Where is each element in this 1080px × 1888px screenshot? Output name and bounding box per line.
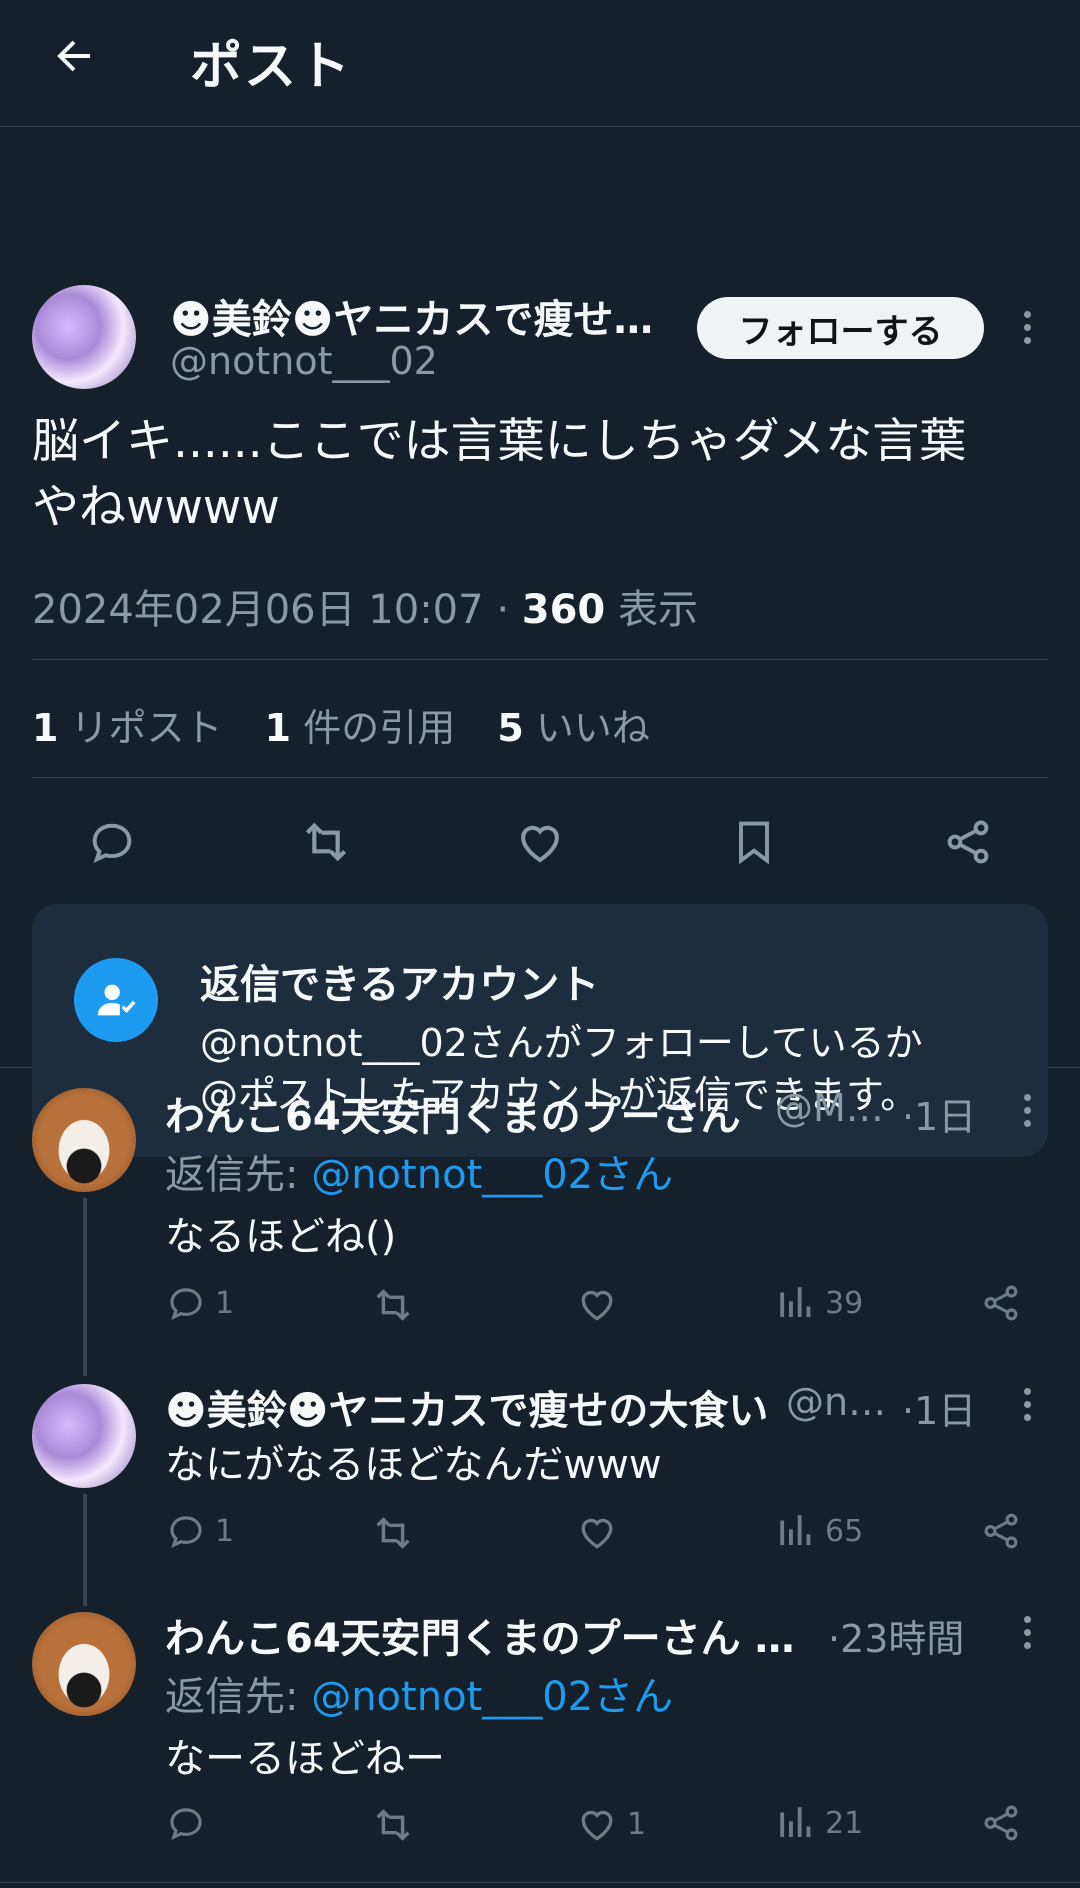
reply-avatar[interactable] [32,1088,136,1192]
more-options-icon[interactable] [1012,1094,1042,1127]
post-text-line: 脳イキ......ここでは言葉にしちゃダメな言葉 [32,414,967,469]
repost-icon[interactable] [370,1802,416,1848]
reply-author-handle[interactable]: @M… [775,1086,884,1130]
like-button[interactable]: 1 [575,1802,646,1846]
reply-action-bar: 1 65 [165,1506,1025,1560]
reply-button[interactable]: 1 [165,1510,234,1552]
post-text: 脳イキ......ここでは言葉にしちゃダメな言葉 やねwwww [32,409,1042,541]
author-name[interactable]: ☻美鈴☻ヤニカスで痩せ… [170,287,650,345]
views-button[interactable]: 21 [775,1802,863,1844]
reply-time[interactable]: ·1日 [902,1086,976,1141]
reply-avatar[interactable] [32,1384,136,1488]
more-options-icon[interactable] [1012,311,1042,344]
view-count: 39 [825,1285,864,1321]
more-options-icon[interactable] [1012,1388,1042,1421]
follow-button[interactable]: フォローする [697,297,984,359]
post-action-bar [32,812,1048,872]
repost-icon[interactable] [370,1282,416,1328]
back-arrow-icon[interactable] [46,28,102,84]
share-icon[interactable] [980,1282,1022,1324]
views-count: 360 [521,587,606,633]
notice-title: 返信できるアカウント [200,962,600,1008]
author-handle[interactable]: @notnot___02 [170,339,438,383]
reply-avatar[interactable] [32,1612,136,1716]
reply-author-handle[interactable]: @n… [786,1380,886,1424]
author-avatar[interactable] [32,285,136,389]
divider [32,659,1048,660]
likes-count[interactable]: 5 [497,706,523,750]
like-count: 1 [627,1806,647,1842]
top-bar: ポスト [0,0,1080,127]
post-timestamp[interactable]: 2024年02月06日 10:07 [32,587,484,633]
quotes-count[interactable]: 1 [265,706,291,750]
likes-label[interactable]: いいね [536,706,650,750]
thread-connector [83,1198,87,1376]
reply-action-bar: 1 21 [165,1798,1025,1852]
reply-count: 1 [215,1513,235,1549]
view-count: 21 [825,1805,864,1841]
views-button[interactable]: 39 [775,1282,863,1324]
like-button[interactable] [575,1282,627,1326]
thread-connector [83,1494,87,1606]
reply-button[interactable]: 1 [165,1282,234,1324]
share-icon[interactable] [980,1510,1022,1552]
post-text-line: やねwwww [32,480,280,535]
main-post: ☻美鈴☻ヤニカスで痩せ… @notnot___02 フォローする 脳イキ....… [0,127,1080,1157]
reply-icon[interactable] [82,812,142,872]
reply-text: なにがなるほどなんだwww [165,1442,662,1488]
reply-author-name[interactable]: わんこ64天安門くまのプーさん … [165,1606,795,1664]
reply-to-label: 返信先: [165,1674,299,1720]
views-button[interactable]: 65 [775,1510,863,1552]
meta-separator: · [496,587,510,633]
user-check-icon [74,958,158,1042]
reply-button[interactable] [165,1802,215,1844]
reply-to-link[interactable]: @notnot___02さん [311,1152,673,1198]
reply-to-link[interactable]: @notnot___02さん [311,1674,673,1720]
reply-count: 1 [215,1285,235,1321]
views-label: 表示 [617,587,698,633]
quotes-label[interactable]: 件の引用 [303,706,455,750]
notice-text: @notnot___02さんがフォローしているか [200,1021,923,1065]
engagement-stats: 1 リポスト 1 件の引用 5 いいね [32,697,680,752]
reply-to-label: 返信先: [165,1152,299,1198]
share-icon[interactable] [938,812,998,872]
reply-text: なーるほどねー [165,1736,445,1782]
page-title: ポスト [190,37,353,97]
divider [32,777,1048,778]
share-icon[interactable] [980,1802,1022,1844]
reply-author-name[interactable]: わんこ64天安門くまのプーさん [165,1084,741,1142]
reply-time[interactable]: ·1日 [902,1380,976,1435]
divider [0,1882,1080,1883]
post-meta: 2024年02月06日 10:07 · 360 表示 [32,577,698,635]
reply-text: なるほどね() [165,1214,397,1260]
like-button[interactable] [575,1510,627,1554]
reply-author-name[interactable]: ☻美鈴☻ヤニカスで痩せの大食い [165,1378,768,1436]
like-icon[interactable] [510,812,570,872]
bookmark-icon[interactable] [724,812,784,872]
reposts-label[interactable]: リポスト [71,706,223,750]
view-count: 65 [825,1513,864,1549]
repost-icon[interactable] [296,812,356,872]
more-options-icon[interactable] [1012,1616,1042,1649]
reply-time[interactable]: ·23時間 [828,1608,964,1663]
reposts-count[interactable]: 1 [32,706,58,750]
reply-action-bar: 1 39 [165,1278,1025,1332]
repost-icon[interactable] [370,1510,416,1556]
